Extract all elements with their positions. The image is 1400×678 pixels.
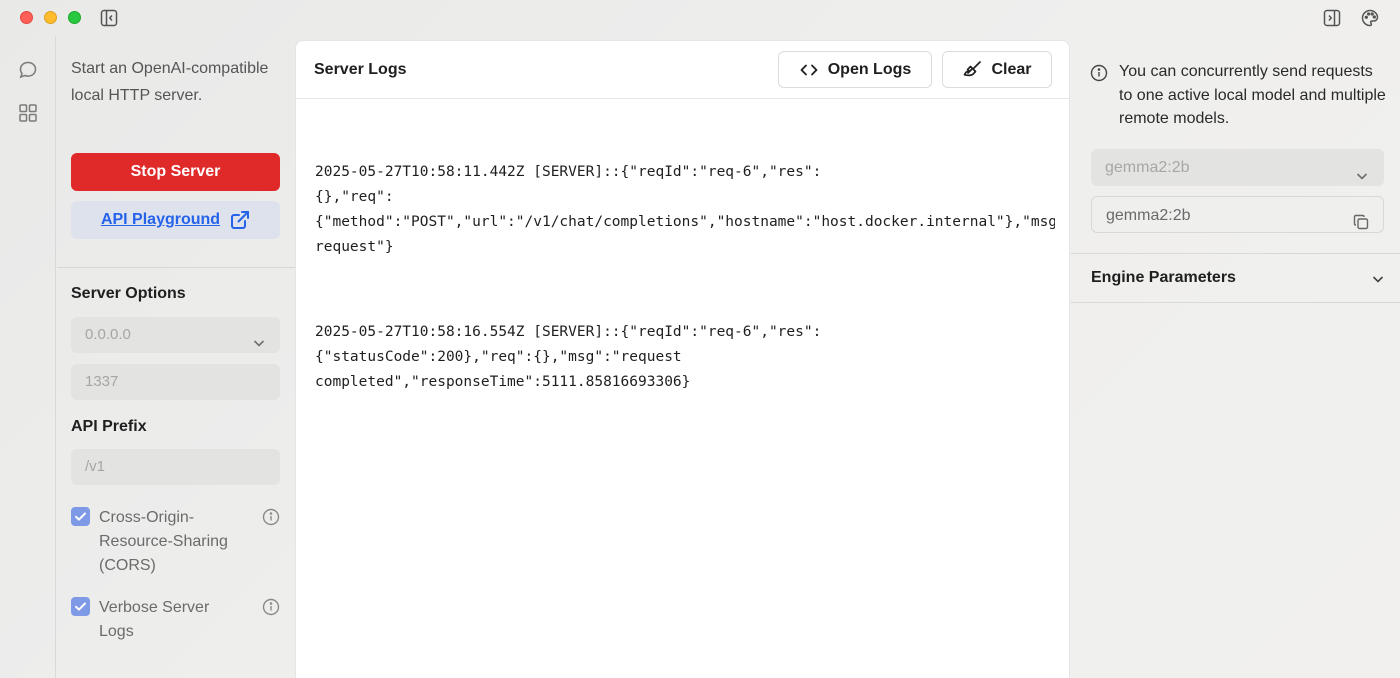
close-window-button[interactable] bbox=[20, 11, 33, 24]
log-output: 2025-05-27T10:58:11.442Z [SERVER]::{"req… bbox=[315, 110, 1055, 455]
clear-logs-label: Clear bbox=[991, 60, 1032, 78]
log-entry: 2025-05-27T10:58:11.442Z [SERVER]::{"req… bbox=[315, 164, 1055, 255]
concurrency-info-text: You can concurrently send requests to on… bbox=[1119, 63, 1386, 127]
palette-icon[interactable] bbox=[1361, 9, 1379, 27]
stop-server-button[interactable]: Stop Server bbox=[71, 153, 280, 191]
info-icon bbox=[1090, 64, 1108, 82]
minimize-window-button[interactable] bbox=[44, 11, 57, 24]
clear-logs-button[interactable]: Clear bbox=[942, 51, 1052, 88]
cors-info-icon[interactable] bbox=[262, 508, 280, 526]
open-logs-label: Open Logs bbox=[827, 60, 912, 78]
verbose-logs-info-icon[interactable] bbox=[262, 598, 280, 616]
model-settings-panel: You can concurrently send requests to on… bbox=[1071, 36, 1400, 678]
chevron-down-icon bbox=[1355, 160, 1369, 180]
cors-option: Cross-Origin-Resource-Sharing (CORS) bbox=[71, 506, 280, 578]
api-playground-label: API Playground bbox=[100, 211, 221, 228]
server-description: Start an OpenAI-compatible local HTTP se… bbox=[71, 60, 269, 104]
server-logs-title: Server Logs bbox=[314, 61, 407, 78]
title-bar bbox=[0, 0, 1400, 36]
chevron-down-icon[interactable] bbox=[1371, 272, 1385, 286]
broom-icon bbox=[962, 60, 982, 80]
code-icon bbox=[799, 60, 819, 80]
section-divider bbox=[1071, 253, 1400, 254]
api-playground-button[interactable]: API Playground bbox=[71, 201, 280, 239]
api-prefix-input[interactable]: /v1 bbox=[71, 449, 280, 485]
chat-bubble-icon[interactable] bbox=[18, 60, 38, 80]
icon-rail bbox=[0, 36, 56, 678]
section-divider bbox=[1071, 302, 1400, 303]
chevron-down-icon bbox=[252, 328, 266, 347]
server-logs-header: Server Logs Open Logs Clear bbox=[296, 41, 1069, 99]
grid-icon[interactable] bbox=[18, 103, 38, 123]
server-logs-card: Server Logs Open Logs Clear 2025-05-27T1… bbox=[295, 40, 1070, 678]
open-logs-button[interactable]: Open Logs bbox=[778, 51, 932, 88]
server-options-heading: Server Options bbox=[71, 285, 186, 302]
log-entry: 2025-05-27T10:58:16.554Z [SERVER]::{"req… bbox=[315, 324, 822, 390]
engine-parameters-heading[interactable]: Engine Parameters bbox=[1091, 269, 1236, 287]
cors-label: Cross-Origin-Resource-Sharing (CORS) bbox=[99, 509, 228, 574]
server-settings-panel: Start an OpenAI-compatible local HTTP se… bbox=[57, 36, 295, 678]
model-id-value: gemma2:2b bbox=[1106, 207, 1191, 224]
verbose-logs-label: Verbose Server Logs bbox=[99, 599, 210, 640]
host-select[interactable]: 0.0.0.0 bbox=[71, 317, 280, 353]
zoom-window-button[interactable] bbox=[68, 11, 81, 24]
host-value: 0.0.0.0 bbox=[85, 326, 131, 343]
copy-icon[interactable] bbox=[1353, 207, 1369, 230]
model-id-field[interactable]: gemma2:2b bbox=[1091, 196, 1384, 233]
cors-checkbox[interactable] bbox=[71, 507, 90, 526]
api-prefix-heading: API Prefix bbox=[71, 418, 147, 435]
verbose-logs-option: Verbose Server Logs bbox=[71, 596, 280, 644]
verbose-logs-checkbox[interactable] bbox=[71, 597, 90, 616]
model-select[interactable]: gemma2:2b bbox=[1091, 149, 1384, 186]
section-divider bbox=[57, 267, 295, 268]
sidebar-toggle-icon[interactable] bbox=[100, 9, 118, 27]
external-link-icon bbox=[230, 210, 250, 230]
right-panel-toggle-icon[interactable] bbox=[1323, 9, 1341, 27]
port-input[interactable]: 1337 bbox=[71, 364, 280, 400]
model-select-value: gemma2:2b bbox=[1105, 159, 1190, 176]
